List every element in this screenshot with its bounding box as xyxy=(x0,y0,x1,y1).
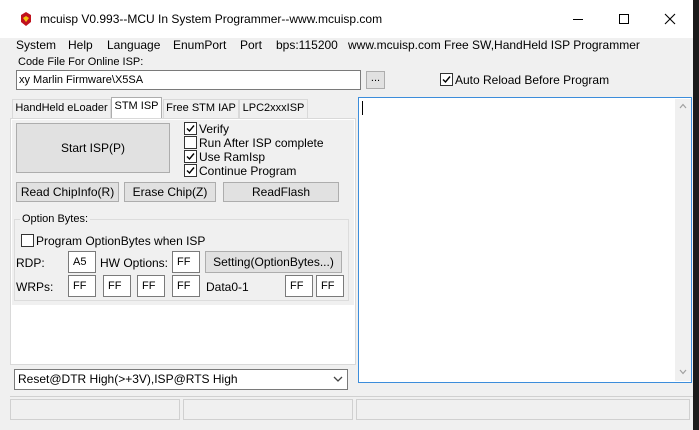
option-bytes-label: Option Bytes: xyxy=(20,213,91,225)
app-window: mcuisp V0.993--MCU In System Programmer-… xyxy=(0,0,699,430)
data0-input[interactable]: FF xyxy=(285,275,313,297)
close-button[interactable] xyxy=(647,0,693,38)
checkmark-icon xyxy=(186,153,195,161)
chevron-down-icon xyxy=(333,376,343,382)
browse-button[interactable]: ... xyxy=(366,71,385,89)
scroll-down-icon[interactable] xyxy=(679,369,687,375)
app-icon xyxy=(21,12,31,26)
reset-mode-select[interactable]: Reset@DTR High(>+3V),ISP@RTS High xyxy=(14,369,348,390)
use-ramisp-checkbox[interactable] xyxy=(184,150,197,163)
menu-port[interactable]: Port xyxy=(240,38,262,56)
read-chipinfo-button[interactable]: Read ChipInfo(R) xyxy=(16,182,119,202)
checkmark-icon xyxy=(186,125,195,133)
data1-input[interactable]: FF xyxy=(316,275,344,297)
rdp-label: RDP: xyxy=(16,256,45,270)
readflash-button[interactable]: ReadFlash xyxy=(223,182,339,202)
wrp2-input[interactable]: FF xyxy=(137,275,165,297)
menu-bps[interactable]: bps:115200 xyxy=(276,38,338,56)
code-file-label: Code File For Online ISP: xyxy=(18,56,144,68)
auto-reload-label: Auto Reload Before Program xyxy=(455,73,610,87)
tab-handheld-eloader[interactable]: HandHeld eLoader xyxy=(12,99,111,118)
tab-free-stm-iap[interactable]: Free STM IAP xyxy=(163,99,239,118)
start-isp-button[interactable]: Start ISP(P) xyxy=(16,123,170,173)
erase-chip-button[interactable]: Erase Chip(Z) xyxy=(124,182,216,202)
checkmark-icon xyxy=(186,167,195,175)
program-optionbytes-checkbox[interactable] xyxy=(21,234,34,247)
wrps-label: WRPs: xyxy=(16,280,54,294)
continue-program-label: Continue Program xyxy=(199,164,297,178)
code-file-input[interactable]: xy Marlin Firmware\X5SA PRO_V1.24(103)\u… xyxy=(16,70,361,90)
scroll-up-icon[interactable] xyxy=(679,103,687,109)
rdp-input[interactable]: A5 xyxy=(68,251,96,273)
hw-options-input[interactable]: FF xyxy=(172,251,200,273)
tab-lpc2xxxisp[interactable]: LPC2xxxISP xyxy=(239,99,308,118)
run-after-isp-label: Run After ISP complete xyxy=(199,136,324,150)
data0-1-label: Data0-1 xyxy=(206,280,249,294)
log-output[interactable] xyxy=(358,97,692,383)
menu-enumport[interactable]: EnumPort xyxy=(173,38,226,56)
maximize-icon xyxy=(619,14,629,24)
menu-bar: System Help Language EnumPort Port bps:1… xyxy=(0,38,693,56)
menu-website[interactable]: www.mcuisp.com Free SW,HandHeld ISP Prog… xyxy=(348,38,640,56)
hw-options-label: HW Options: xyxy=(100,256,169,270)
checkmark-icon xyxy=(442,76,451,84)
status-pane-1 xyxy=(10,399,180,420)
program-optionbytes-label: Program OptionBytes when ISP xyxy=(36,234,206,248)
run-after-isp-checkbox[interactable] xyxy=(184,136,197,149)
verify-label: Verify xyxy=(199,122,230,136)
text-cursor xyxy=(362,101,363,115)
use-ramisp-label: Use RamIsp xyxy=(199,150,266,164)
auto-reload-checkbox[interactable] xyxy=(440,73,453,86)
close-icon xyxy=(664,13,676,25)
menu-language[interactable]: Language xyxy=(107,38,160,56)
minimize-icon xyxy=(573,19,583,20)
verify-checkbox[interactable] xyxy=(184,122,197,135)
tab-stm-isp[interactable]: STM ISP xyxy=(111,97,162,119)
menu-system[interactable]: System xyxy=(16,38,56,56)
status-pane-2 xyxy=(183,399,353,420)
window-title: mcuisp V0.993--MCU In System Programmer-… xyxy=(40,12,383,26)
code-file-path: xy Marlin Firmware\X5SA PRO_V1.24(103)\u… xyxy=(19,74,143,86)
log-scrollbar[interactable] xyxy=(675,99,691,381)
maximize-button[interactable] xyxy=(601,0,647,38)
menu-help[interactable]: Help xyxy=(68,38,93,56)
minimize-button[interactable] xyxy=(555,0,601,38)
title-bar: mcuisp V0.993--MCU In System Programmer-… xyxy=(0,0,693,38)
continue-program-checkbox[interactable] xyxy=(184,164,197,177)
wrp0-input[interactable]: FF xyxy=(68,275,96,297)
status-bar xyxy=(10,396,693,421)
reset-mode-value: Reset@DTR High(>+3V),ISP@RTS High xyxy=(18,372,238,386)
wrp1-input[interactable]: FF xyxy=(103,275,131,297)
status-pane-3 xyxy=(356,399,690,420)
wrp3-input[interactable]: FF xyxy=(172,275,200,297)
setting-optionbytes-button[interactable]: Setting(OptionBytes...) xyxy=(205,251,342,273)
